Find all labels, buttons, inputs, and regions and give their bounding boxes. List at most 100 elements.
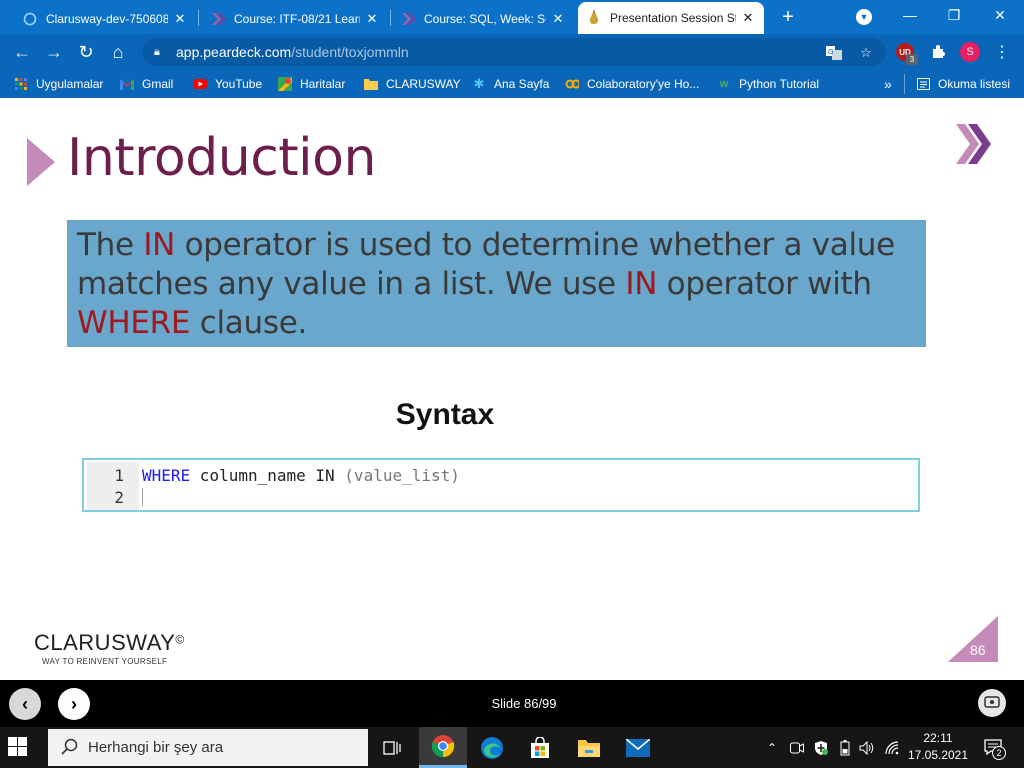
restore-button[interactable]: ❐ [934, 4, 974, 26]
apps-grid-icon [14, 77, 28, 91]
bookmark-colab[interactable]: Colaboratory'ye Ho... [565, 74, 699, 94]
bookmarks-bar: Uygulamalar Gmail YouTube Haritalar CLAR… [0, 70, 1024, 98]
w3-icon: w [719, 78, 729, 90]
edge-taskbar-icon[interactable] [468, 727, 516, 768]
clarusway-chevron-logo-icon [956, 124, 991, 164]
tray-chevron-icon[interactable]: ⌃ [764, 739, 780, 757]
close-tab-icon[interactable]: ✕ [172, 11, 188, 27]
translate-icon[interactable]: G [826, 45, 842, 61]
clarusway-icon [210, 11, 226, 27]
gmail-icon [120, 77, 134, 91]
code-line-2: 2 [84, 486, 914, 508]
bookmarks-overflow-button[interactable]: » [884, 74, 892, 94]
tab-strip: Clarusway-dev-750608 ✕ Course: ITF-08/21… [0, 0, 1024, 34]
tab-separator [390, 10, 391, 26]
address-bar[interactable]: 🔒︎ app.peardeck.com/student/toxjommln [142, 38, 886, 66]
reading-list-button[interactable]: Okuma listesi [916, 74, 1010, 94]
forward-arrow-icon[interactable]: → [42, 40, 66, 64]
bookmark-youtube[interactable]: YouTube [193, 74, 262, 94]
close-window-button[interactable]: ✕ [980, 4, 1020, 26]
task-view-icon[interactable] [368, 727, 416, 768]
extensions-puzzle-icon[interactable] [928, 42, 948, 62]
store-taskbar-icon[interactable] [516, 727, 564, 768]
code-line-1: 1 WHERE column_name IN (value_list) [84, 464, 914, 486]
tab-presentation-session[interactable]: Presentation Session St ✕ [578, 2, 764, 34]
brand-tagline: WAY TO REINVENT YOURSELF [42, 657, 168, 666]
keyword-where: WHERE [77, 305, 191, 341]
browser-toolbar: ← → ↻ ⌂ 🔒︎ app.peardeck.com/student/toxj… [0, 34, 1024, 70]
meet-now-icon[interactable] [789, 739, 805, 757]
home-icon[interactable]: ⌂ [106, 40, 130, 64]
student-view-icon[interactable] [978, 689, 1006, 717]
clarusway-icon [400, 11, 416, 27]
close-tab-icon[interactable]: ✕ [364, 11, 380, 27]
bookmark-apps[interactable]: Uygulamalar [14, 74, 103, 94]
notification-count: 2 [992, 746, 1006, 760]
close-tab-icon[interactable]: ✕ [740, 10, 756, 26]
minimize-button[interactable]: — [890, 4, 930, 26]
windows-start-icon[interactable] [8, 737, 28, 757]
url-path: /student/toxjommln [291, 44, 409, 60]
code-plain: column_name IN [190, 465, 345, 485]
code-text: WHERE column_name IN (value_list) [142, 466, 460, 485]
battery-icon[interactable] [837, 739, 853, 757]
maps-icon [278, 77, 292, 91]
presentation-slide: Introduction The IN operator is used to … [0, 98, 1024, 680]
file-explorer-taskbar-icon[interactable] [565, 727, 613, 768]
svg-text:G: G [828, 48, 833, 56]
bookmark-label: Gmail [142, 77, 174, 91]
bookmark-clarusway-folder[interactable]: CLARUSWAY [364, 74, 461, 94]
tab-title: Clarusway-dev-750608 [46, 12, 168, 26]
code-args: (value_list) [344, 465, 460, 485]
security-shield-icon[interactable] [813, 739, 829, 757]
windows-taskbar: Herhangi bir şey ara ⌃ 22:11 17.05.2021 … [0, 727, 1024, 768]
definition-text: The [77, 227, 144, 263]
definition-box: The IN operator is used to determine whe… [67, 220, 926, 347]
tab-title: Course: SQL, Week: SQL [424, 12, 546, 26]
bookmark-label: Uygulamalar [36, 77, 104, 91]
bookmark-ana-sayfa[interactable]: ✱ Ana Sayfa [472, 74, 550, 94]
reload-icon[interactable]: ↻ [74, 40, 98, 64]
title-triangle-icon [27, 138, 55, 186]
new-tab-button[interactable]: + [776, 4, 800, 30]
tab-clarusway-dev[interactable]: Clarusway-dev-750608 ✕ [14, 4, 196, 34]
slide-counter: Slide 86/99 [491, 696, 557, 711]
taskbar-search-input[interactable]: Herhangi bir şey ara [48, 729, 368, 766]
bookmark-gmail[interactable]: Gmail [120, 74, 173, 94]
volume-icon[interactable] [858, 739, 876, 757]
bookmarks-divider [904, 74, 905, 94]
tab-course-itf[interactable]: Course: ITF-08/21 Learn ✕ [202, 4, 388, 34]
line-number: 2 [114, 487, 124, 507]
clarusway-brand: CLARUSWAY© WAY TO REINVENT YOURSELF [34, 630, 184, 666]
syntax-heading-text: Syntax [395, 398, 495, 431]
text-caret [142, 488, 143, 506]
code-keyword: WHERE [142, 465, 191, 485]
wifi-icon[interactable] [884, 739, 902, 757]
bookmark-python-tutorial[interactable]: w Python Tutorial [717, 74, 819, 94]
bookmark-star-icon[interactable]: ☆ [858, 45, 874, 61]
youtube-icon [193, 77, 207, 91]
bookmark-label: Colaboratory'ye Ho... [587, 77, 700, 91]
tab-title: Course: ITF-08/21 Learn [234, 12, 360, 26]
back-arrow-icon[interactable]: ← [10, 40, 34, 64]
circle-icon [22, 11, 38, 27]
extension-badge: 3 [906, 54, 918, 65]
mail-taskbar-icon[interactable] [614, 727, 662, 768]
system-clock[interactable]: 22:11 17.05.2021 [906, 730, 970, 764]
definition-text: clause. [190, 305, 308, 341]
notification-center-icon[interactable]: 2 [982, 736, 1006, 760]
keyword-in: IN [625, 266, 658, 302]
bookmark-label: Python Tutorial [739, 77, 820, 91]
chrome-taskbar-icon[interactable] [419, 727, 467, 768]
close-tab-icon[interactable]: ✕ [550, 11, 566, 27]
brand-name: CLARUSWAY [34, 630, 176, 655]
colab-icon [565, 77, 579, 91]
bookmark-maps[interactable]: Haritalar [278, 74, 345, 94]
tab-course-sql[interactable]: Course: SQL, Week: SQL ✕ [392, 4, 574, 34]
line-number: 1 [114, 465, 124, 485]
search-placeholder: Herhangi bir şey ara [88, 739, 224, 756]
profile-avatar[interactable]: S [960, 42, 980, 62]
tab-search-icon[interactable]: ▼ [856, 9, 872, 25]
syntax-heading: Syntax [0, 398, 890, 432]
menu-kebab-icon[interactable]: ⋮ [992, 42, 1012, 62]
